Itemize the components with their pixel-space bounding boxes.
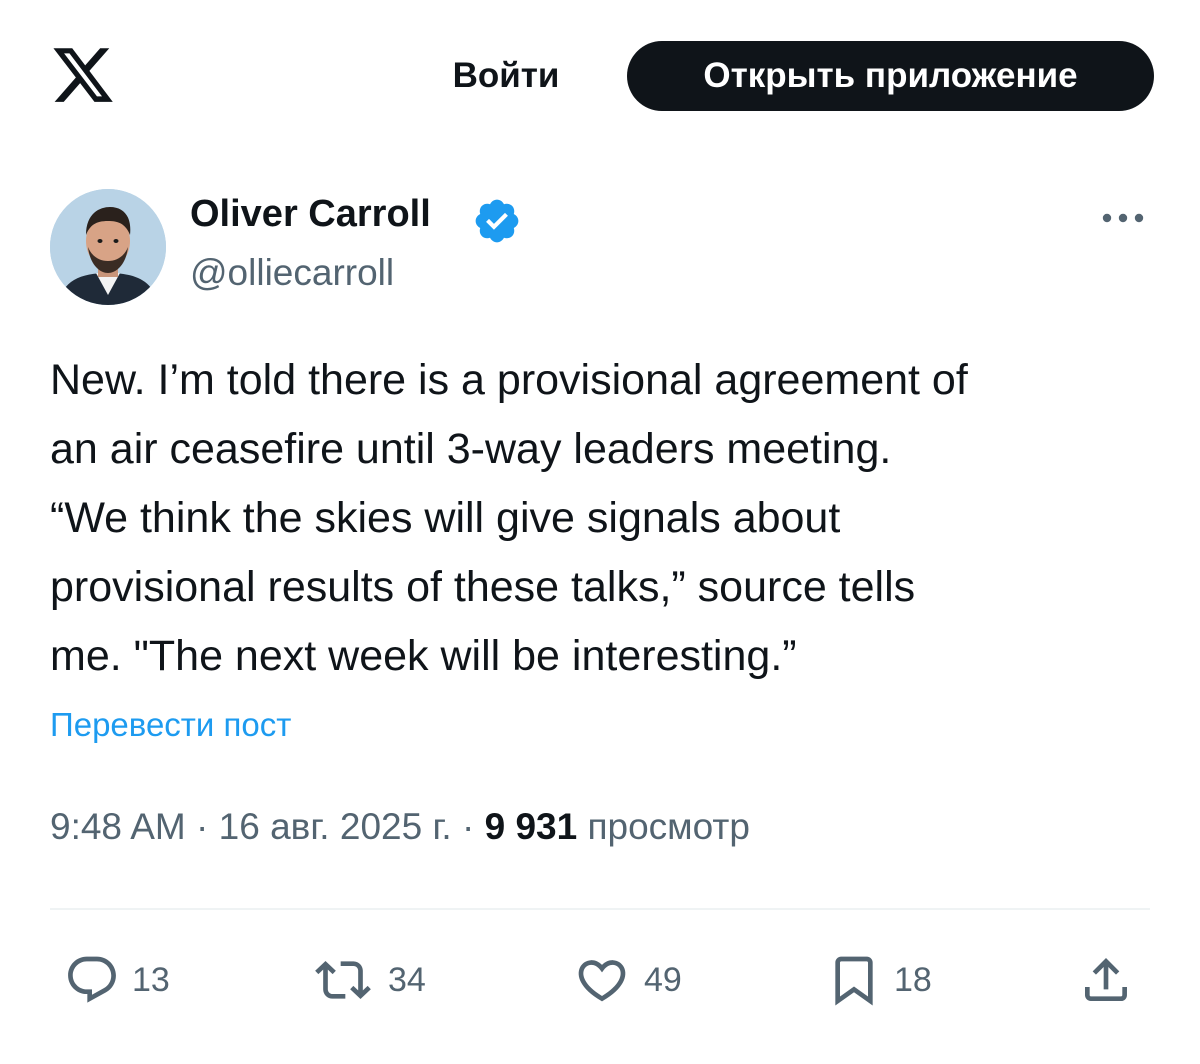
reply-icon — [68, 956, 116, 1003]
meta-separator: · — [196, 806, 209, 847]
open-app-button[interactable]: Открыть приложение — [627, 41, 1154, 111]
avatar-image — [50, 189, 166, 305]
tweet-date[interactable]: 16 авг. 2025 г. — [219, 806, 452, 847]
bookmark-button[interactable]: 18 — [826, 952, 932, 1008]
more-options-icon[interactable] — [1098, 198, 1148, 238]
share-icon — [1085, 958, 1127, 1001]
views-count: 9 931 — [484, 806, 578, 847]
x-logo-icon[interactable] — [48, 42, 118, 108]
heart-icon — [578, 960, 626, 1002]
reply-count: 13 — [132, 960, 170, 999]
tweet-text-line: me. "The next week will be interesting.” — [50, 632, 797, 680]
tweet-time[interactable]: 9:48 AM — [50, 806, 186, 847]
tweet-text-line: New. I’m told there is a provisional agr… — [50, 356, 968, 404]
author-display-name[interactable]: Oliver Carroll — [190, 193, 431, 236]
translate-post-link[interactable]: Перевести пост — [50, 706, 291, 744]
reply-button[interactable]: 13 — [64, 952, 170, 1008]
tweet-text-line: an air ceasefire until 3-way leaders mee… — [50, 425, 892, 473]
repost-button[interactable]: 34 — [310, 952, 426, 1008]
share-button[interactable] — [1078, 952, 1134, 1008]
tweet-text-line: “We think the skies will give signals ab… — [50, 494, 841, 542]
repost-icon — [315, 961, 371, 999]
like-button[interactable]: 49 — [572, 952, 682, 1008]
verified-badge-icon — [475, 199, 519, 243]
divider — [50, 908, 1150, 910]
like-count: 49 — [644, 960, 682, 999]
meta-separator: · — [462, 806, 475, 847]
author-handle[interactable]: @olliecarroll — [190, 252, 394, 294]
avatar[interactable] — [50, 189, 166, 305]
tweet-text: New. I’m told there is a provisional agr… — [50, 346, 1160, 691]
views-label: просмотр — [587, 806, 750, 847]
repost-count: 34 — [388, 960, 426, 999]
tweet-meta: 9:48 AM · 16 авг. 2025 г. · 9 931 просмо… — [50, 806, 750, 848]
bookmark-icon — [835, 956, 873, 1006]
top-bar: Войти Открыть приложение — [0, 0, 1200, 150]
login-button[interactable]: Войти — [418, 48, 594, 104]
tweet-text-line: provisional results of these talks,” sou… — [50, 563, 916, 611]
bookmark-count: 18 — [894, 960, 932, 999]
